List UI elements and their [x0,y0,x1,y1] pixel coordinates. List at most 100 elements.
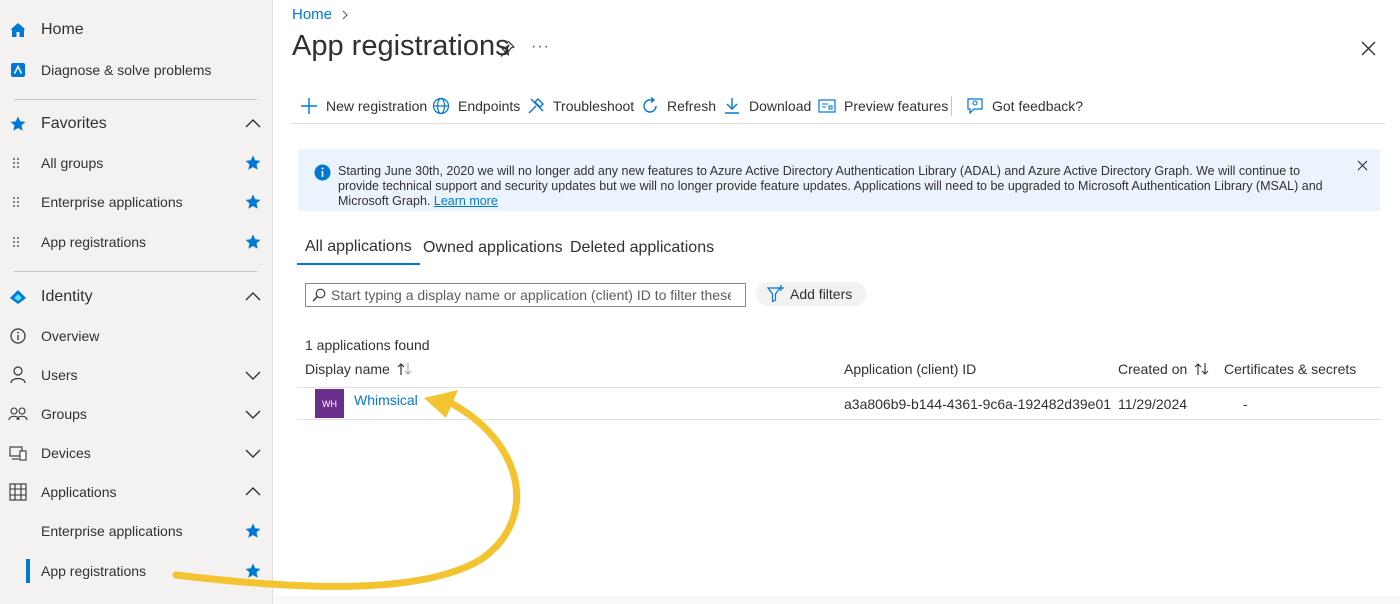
table-row[interactable]: WH Whimsical a3a806b9-b144-4361-9c6a-192… [297,388,1380,420]
drag-handle-icon[interactable] [12,236,20,248]
close-icon[interactable] [1360,40,1377,57]
fav-item-all-groups[interactable]: All groups [0,145,273,181]
download-icon [725,98,739,114]
column-header-certificates[interactable]: Certificates & secrets [1224,361,1356,377]
user-icon [8,365,28,385]
troubleshoot-label: Troubleshoot [553,98,635,114]
identity-label: Identity [41,288,93,305]
more-options-button[interactable]: ··· [531,38,550,56]
certificates-cell: - [1243,396,1248,412]
feedback-label: Got feedback? [992,98,1084,114]
page-title: App registrations [292,30,510,62]
nav-groups[interactable]: Groups [0,396,273,432]
download-label: Download [749,98,812,114]
identity-icon [8,287,28,307]
nav-overview-label: Overview [41,328,100,344]
column-header-display-name[interactable]: Display name [305,361,414,377]
feedback-button[interactable]: Got feedback? [966,94,1083,118]
plus-icon [301,98,317,114]
home-icon [8,20,28,40]
endpoints-label: Endpoints [458,98,521,114]
fav-item-label: Enterprise applications [41,194,183,210]
banner-close-icon[interactable] [1357,160,1368,171]
drag-handle-icon[interactable] [12,157,20,169]
nav-identity-header[interactable]: Identity [0,279,273,315]
new-registration-button[interactable]: New registration [300,94,427,118]
devices-icon [8,443,28,463]
wrench-icon [528,98,544,114]
star-icon[interactable] [244,193,262,211]
bottom-strip [273,596,1400,604]
preview-features-label: Preview features [844,98,949,114]
nav-app-registrations[interactable]: App registrations [0,553,273,589]
nav-enterprise-applications[interactable]: Enterprise applications [0,513,273,549]
new-registration-label: New registration [326,98,428,114]
left-nav: Home Diagnose & solve problems Favorites… [0,0,273,604]
column-header-created-on[interactable]: Created on [1118,361,1211,377]
nav-groups-label: Groups [41,406,87,422]
globe-icon [432,97,450,115]
app-name-link[interactable]: Whimsical [354,392,418,408]
fav-item-enterprise-apps[interactable]: Enterprise applications [0,184,273,220]
results-count: 1 applications found [305,337,430,353]
preview-icon [818,99,836,113]
fav-item-label: App registrations [41,234,147,250]
nav-sub-label: App registrations [41,563,147,579]
search-input[interactable] [331,287,731,303]
star-icon[interactable] [244,154,262,172]
fav-item-app-registrations[interactable]: App registrations [0,224,273,260]
toolbar-separator [951,96,952,116]
main-panel: Home App registrations ··· New registrat… [273,0,1400,604]
add-filters-button[interactable]: Add filters [756,282,866,306]
nav-diagnose[interactable]: Diagnose & solve problems [0,52,273,88]
column-header-app-id[interactable]: Application (client) ID [844,361,976,377]
preview-features-button[interactable]: Preview features [818,94,948,118]
refresh-icon [643,97,657,113]
filter-search-box[interactable] [305,283,746,307]
favorites-label: Favorites [41,115,107,132]
nav-applications[interactable]: Applications [0,474,273,510]
endpoints-button[interactable]: Endpoints [432,94,520,118]
refresh-label: Refresh [667,98,717,114]
nav-home[interactable]: Home [0,12,273,48]
nav-favorites-header[interactable]: Favorites [0,106,273,142]
info-icon [314,164,331,181]
nav-devices-label: Devices [41,445,91,461]
chevron-down-icon[interactable] [244,444,262,462]
pin-icon[interactable] [499,40,515,58]
chevron-up-icon[interactable] [244,115,262,133]
star-icon[interactable] [244,233,262,251]
command-bar: New registration Endpoints Troubleshoot … [292,90,1385,124]
troubleshoot-button[interactable]: Troubleshoot [527,94,634,118]
refresh-button[interactable]: Refresh [641,94,716,118]
sort-ascending-icon[interactable] [396,362,414,376]
drag-handle-icon[interactable] [12,196,20,208]
sort-icon[interactable] [1193,362,1211,376]
tab-owned-applications[interactable]: Owned applications [423,230,563,265]
fav-item-label: All groups [41,155,104,171]
learn-more-link[interactable]: Learn more [434,194,498,208]
groups-icon [8,404,28,424]
download-button[interactable]: Download [723,94,811,118]
add-filter-icon [766,285,784,303]
chevron-up-icon[interactable] [244,483,262,501]
star-icon[interactable] [244,522,262,540]
nav-home-label: Home [41,21,84,38]
chevron-down-icon[interactable] [244,366,262,384]
chevron-down-icon[interactable] [244,405,262,423]
star-icon[interactable] [244,562,262,580]
tab-deleted-applications[interactable]: Deleted applications [570,230,714,265]
search-icon [312,288,326,302]
nav-users[interactable]: Users [0,357,273,393]
column-label: Display name [305,361,390,377]
nav-divider [14,271,257,272]
nav-devices[interactable]: Devices [0,435,273,471]
deprecation-banner: Starting June 30th, 2020 we will no long… [298,149,1380,211]
tab-all-applications[interactable]: All applications [297,230,420,265]
nav-applications-label: Applications [41,484,117,500]
column-label: Application (client) ID [844,361,977,377]
breadcrumb: Home [292,6,350,23]
nav-overview[interactable]: Overview [0,318,273,354]
chevron-up-icon[interactable] [244,288,262,306]
breadcrumb-home-link[interactable]: Home [292,6,332,23]
